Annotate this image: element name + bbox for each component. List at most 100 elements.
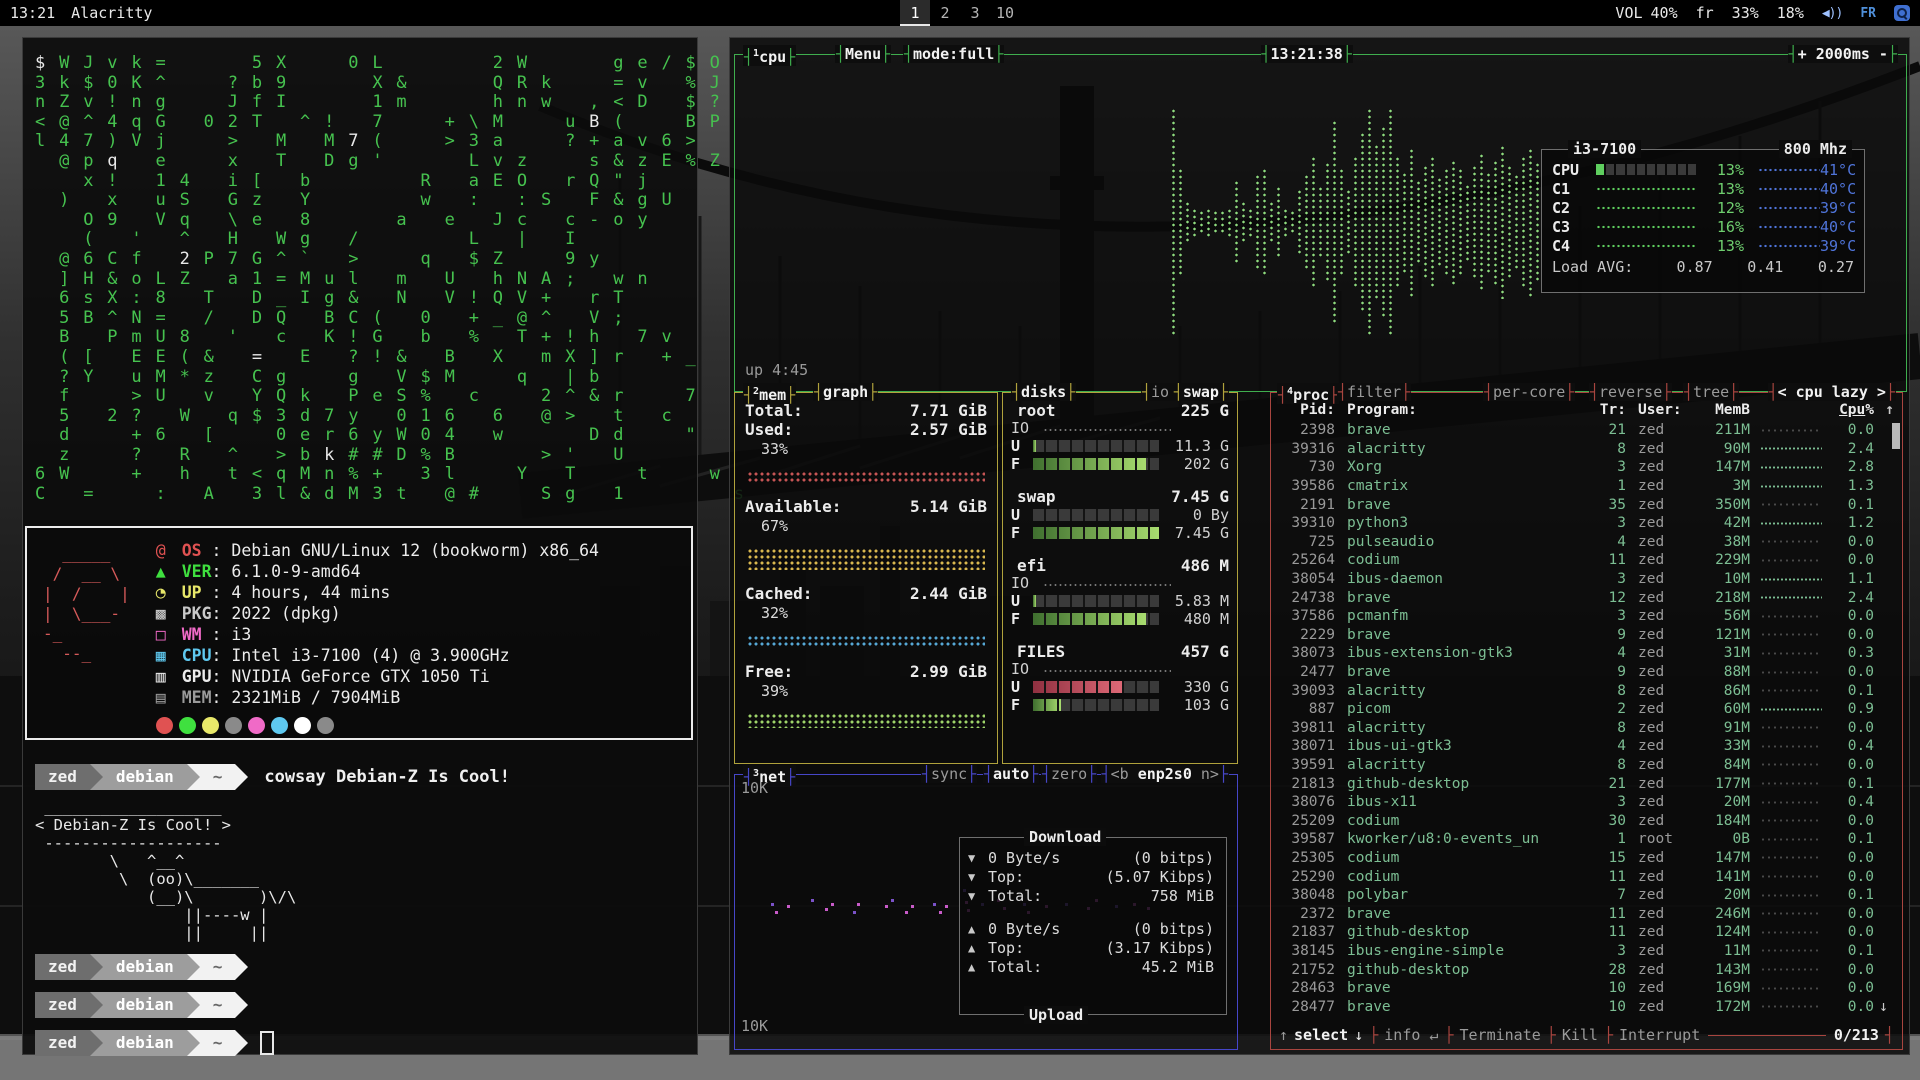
- process-threads: 7: [1592, 887, 1626, 903]
- process-pid: 39310: [1279, 515, 1335, 531]
- process-row[interactable]: 21813github-desktop21zed177M0.1: [1279, 774, 1894, 793]
- process-row[interactable]: 2398brave21zed211M0.0: [1279, 421, 1894, 440]
- process-row[interactable]: 39310python33zed42M1.2: [1279, 514, 1894, 533]
- core-temperature: 39°C: [1820, 199, 1856, 217]
- process-pid: 39587: [1279, 831, 1335, 847]
- wm-icon: □: [156, 624, 182, 645]
- info-button[interactable]: info ↵: [1384, 1026, 1438, 1044]
- proc-filter-tab[interactable]: ┤filter├: [1337, 383, 1411, 401]
- volume-value: 40%: [1651, 4, 1678, 22]
- process-row[interactable]: 28463brave10zed169M0.0: [1279, 979, 1894, 998]
- prompt-host: debian: [103, 1030, 187, 1056]
- proc-percore-tab[interactable]: ┤per-core├: [1483, 383, 1575, 401]
- process-row[interactable]: 21752github-desktop28zed143M0.0: [1279, 960, 1894, 979]
- download-title: Download: [1024, 828, 1106, 846]
- process-row[interactable]: 2477brave9zed88M0.0: [1279, 663, 1894, 682]
- proc-reverse-tab[interactable]: ┤reverse├: [1589, 383, 1672, 401]
- process-row[interactable]: 39316alacritty8zed90M2.4: [1279, 440, 1894, 459]
- process-row[interactable]: 38076ibus-x113zed20M0.4: [1279, 793, 1894, 812]
- process-row[interactable]: 2229brave9zed121M0.0: [1279, 626, 1894, 645]
- speaker-icon[interactable]: ◀)): [1822, 6, 1842, 21]
- process-name: github-desktop: [1335, 924, 1592, 940]
- process-cpu: 1.3: [1832, 478, 1874, 494]
- col-cpu[interactable]: Cpu%: [1832, 402, 1874, 418]
- process-row[interactable]: 38145ibus-engine-simple3zed11M0.1: [1279, 942, 1894, 961]
- process-row[interactable]: 24738brave12zed218M2.4: [1279, 588, 1894, 607]
- select-button[interactable]: select: [1294, 1026, 1348, 1044]
- process-row[interactable]: 39591alacritty8zed84M0.0: [1279, 756, 1894, 775]
- process-row[interactable]: 38073ibus-extension-gtk34zed31M0.3: [1279, 644, 1894, 663]
- col-program[interactable]: Program:: [1335, 402, 1592, 418]
- cpu-frequency: 800 Mhz: [1779, 140, 1852, 158]
- process-row[interactable]: 25290codium11zed141M0.0: [1279, 867, 1894, 886]
- process-row[interactable]: 28477brave10zed172M0.0: [1279, 997, 1894, 1016]
- process-cpu: 0.0: [1832, 869, 1874, 885]
- process-memory: 184M: [1694, 813, 1750, 829]
- process-row[interactable]: 25305codium15zed147M0.0: [1279, 849, 1894, 868]
- matrix-row: < @ ^ 4 q G 0 2 T ^ ! 7 + \ M u B ( B P: [35, 113, 689, 133]
- core-usage-dots: [1596, 203, 1696, 213]
- disks-swap-tab[interactable]: ┤swap├: [1173, 383, 1229, 401]
- process-row[interactable]: 39093alacritty8zed86M0.1: [1279, 681, 1894, 700]
- process-row[interactable]: 39811alacritty8zed91M0.0: [1279, 719, 1894, 738]
- workspace-button[interactable]: 1: [900, 0, 930, 26]
- process-cpu: 0.4: [1832, 794, 1874, 810]
- disk-bar-label: U: [1011, 678, 1033, 696]
- process-row[interactable]: 38048polybar7zed20M0.1: [1279, 886, 1894, 905]
- col-user[interactable]: User:: [1626, 402, 1694, 418]
- process-threads: 35: [1592, 497, 1626, 513]
- system-monitor-window[interactable]: ┤1cpu├ ┤Menu├ ┤mode:full├ ┤13:21:38├ ┤+ …: [729, 37, 1910, 1055]
- process-cpu: 0.0: [1832, 627, 1874, 643]
- core-temp-dots: [1758, 241, 1820, 251]
- shell-prompt: zeddebian~: [35, 1030, 687, 1056]
- process-row[interactable]: 37586pcmanfm3zed56M0.0: [1279, 607, 1894, 626]
- process-row[interactable]: 38054ibus-daemon3zed10M1.1: [1279, 570, 1894, 589]
- process-row[interactable]: 2372brave11zed246M0.0: [1279, 904, 1894, 923]
- process-row[interactable]: 725pulseaudio4zed38M0.0: [1279, 533, 1894, 552]
- process-row[interactable]: 887picom2zed60M0.9: [1279, 700, 1894, 719]
- wave-column: [1500, 145, 1505, 299]
- traffic-dot: [831, 903, 834, 906]
- terminate-button[interactable]: Terminate: [1460, 1026, 1541, 1044]
- net-stat-value: 45.2 MiB: [1142, 958, 1214, 976]
- refresh-interval-control[interactable]: ┤+ 2000ms -├: [1788, 45, 1898, 63]
- direction-icon: ▲: [968, 941, 988, 955]
- process-pid: 39586: [1279, 478, 1335, 494]
- col-threads[interactable]: Tr:: [1592, 402, 1626, 418]
- wave-column: [1304, 174, 1309, 270]
- process-row[interactable]: 25209codium30zed184M0.0: [1279, 811, 1894, 830]
- process-row[interactable]: 39586cmatrix1zed3M1.3: [1279, 477, 1894, 496]
- scrollbar-thumb[interactable]: [1892, 423, 1900, 449]
- wave-column: [1360, 132, 1365, 312]
- interrupt-button[interactable]: Interrupt: [1619, 1026, 1700, 1044]
- process-row[interactable]: 38071ibus-ui-gtk34zed33M0.4: [1279, 737, 1894, 756]
- process-threads: 1: [1592, 831, 1626, 847]
- memory-graph-tab[interactable]: ┤graph├: [813, 383, 878, 401]
- kill-button[interactable]: Kill: [1562, 1026, 1598, 1044]
- workspace-button[interactable]: 2: [930, 0, 960, 26]
- process-row[interactable]: 730Xorg3zed147M2.8: [1279, 458, 1894, 477]
- proc-sort-mode[interactable]: ┤< cpu lazy >├: [1768, 383, 1896, 401]
- proc-tree-tab[interactable]: ┤tree├: [1683, 383, 1739, 401]
- process-row[interactable]: 25264codium11zed229M0.0: [1279, 551, 1894, 570]
- col-pid[interactable]: Pid:: [1279, 402, 1335, 418]
- tray-magnifier-icon[interactable]: [1894, 5, 1910, 21]
- process-cpu-dots: [1760, 947, 1822, 954]
- process-memory: 147M: [1694, 850, 1750, 866]
- process-row[interactable]: 39587kworker/u8:0-events_un1root0B0.1: [1279, 830, 1894, 849]
- workspace-button[interactable]: 3: [960, 0, 990, 26]
- process-user: zed: [1626, 534, 1694, 550]
- terminal-left-window[interactable]: $ W J v k = 5 X 0 L 2 W g e / $ O3 k $ 0…: [22, 37, 698, 1055]
- scroll-down-hint: ↓: [1354, 1026, 1363, 1044]
- process-row[interactable]: 21837github-desktop11zed124M0.0: [1279, 923, 1894, 942]
- keyboard-layout-badge[interactable]: FR: [1860, 6, 1876, 21]
- cpu-menu-button[interactable]: ┤Menu├: [835, 45, 891, 63]
- wave-column: [1339, 168, 1344, 276]
- process-row[interactable]: 2191brave35zed350M0.1: [1279, 495, 1894, 514]
- workspace-button[interactable]: 10: [990, 0, 1020, 26]
- wave-column: [1269, 201, 1274, 244]
- fetch-info-line: ▤MEM: 2321MiB / 7904MiB: [156, 687, 683, 708]
- process-cpu-dots: [1760, 799, 1822, 806]
- wave-column: [1276, 186, 1281, 258]
- col-mem[interactable]: MemB: [1694, 402, 1750, 418]
